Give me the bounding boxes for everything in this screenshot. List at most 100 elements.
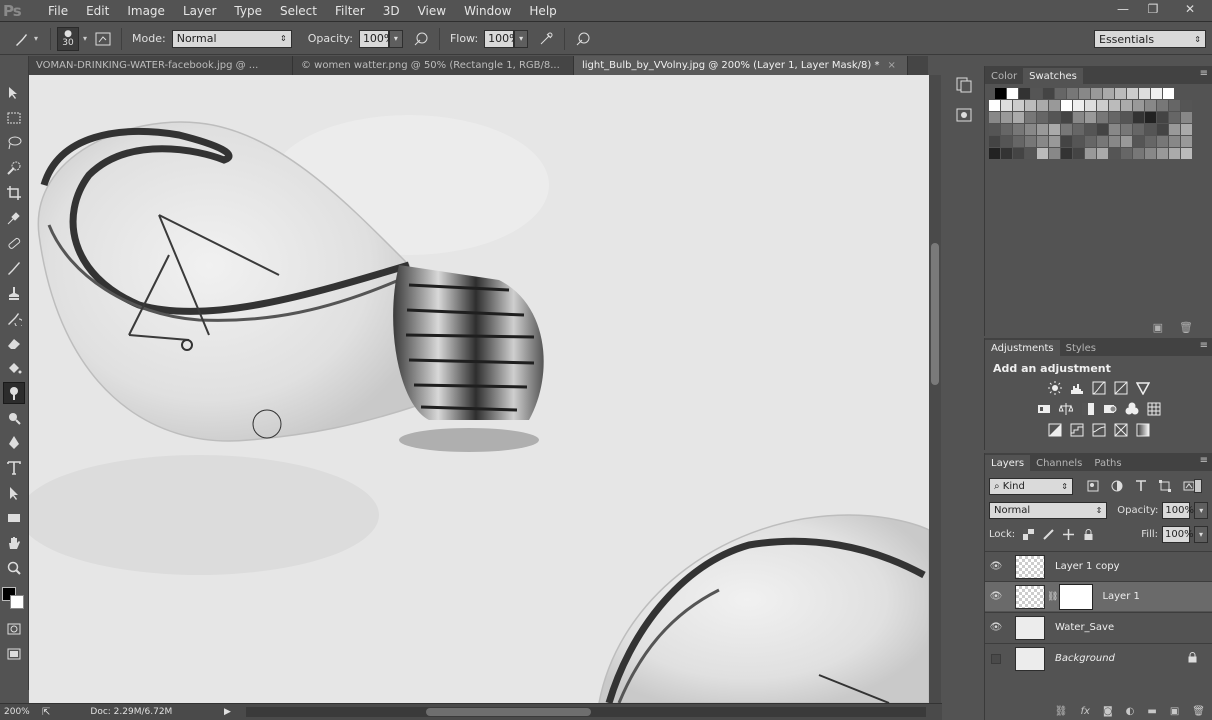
type-tool-icon[interactable] [3,457,25,479]
filter-type-icon[interactable] [1135,480,1147,492]
menu-help[interactable]: Help [520,4,565,18]
swatch[interactable] [1013,124,1024,135]
swatch[interactable] [1133,112,1144,123]
swatch[interactable] [1061,124,1072,135]
swatch[interactable] [989,136,1000,147]
menu-edit[interactable]: Edit [77,4,118,18]
hue-saturation-icon[interactable] [1036,402,1051,416]
hand-tool-icon[interactable] [3,532,25,554]
add-mask-icon[interactable]: ◙ [1103,706,1113,717]
swatch[interactable] [1025,136,1036,147]
horizontal-scroll-thumb[interactable] [426,708,591,716]
swatch[interactable] [1097,112,1108,123]
panel-menu-icon[interactable]: ≡ [1200,455,1208,466]
swatch[interactable] [1049,148,1060,159]
swatch[interactable] [1133,136,1144,147]
chevron-down-icon[interactable]: ▾ [83,34,87,43]
swatch[interactable] [1037,100,1048,111]
eyedropper-tool-icon[interactable] [3,207,25,229]
pressure-size-icon[interactable] [571,27,595,51]
curves-icon[interactable] [1091,381,1106,395]
history-brush-tool-icon[interactable] [3,307,25,329]
swatch[interactable] [1055,88,1066,99]
swatch[interactable] [1169,148,1180,159]
swatch[interactable] [1157,148,1168,159]
menu-filter[interactable]: Filter [326,4,374,18]
pressure-opacity-icon[interactable] [409,27,433,51]
swatch[interactable] [1013,136,1024,147]
swatch[interactable] [1157,112,1168,123]
swatch[interactable] [1097,124,1108,135]
crop-tool-icon[interactable] [3,182,25,204]
swatch[interactable] [1085,136,1096,147]
visibility-off-box[interactable] [985,653,1007,664]
fill-input[interactable]: 100% [1162,525,1194,543]
levels-icon[interactable] [1069,381,1084,395]
swatch[interactable] [1001,112,1012,123]
brush-tool-preset-icon[interactable] [10,27,34,51]
lock-all-icon[interactable] [1083,528,1094,540]
swatch[interactable] [1097,136,1108,147]
invert-icon[interactable] [1047,423,1062,437]
swatch[interactable] [1115,88,1126,99]
marquee-tool-icon[interactable] [3,107,25,129]
swatch[interactable] [1085,112,1096,123]
swatch[interactable] [1121,112,1132,123]
tab-adjustments[interactable]: Adjustments [985,340,1060,356]
swatch[interactable] [1133,124,1144,135]
tab-color[interactable]: Color [985,68,1023,84]
layer-row[interactable]: 👁 Layer 1 copy [985,551,1212,581]
new-group-icon[interactable]: ▬ [1147,706,1156,717]
export-icon[interactable]: ⇱ [42,707,50,718]
swatch[interactable] [1181,148,1192,159]
swatch[interactable] [989,100,1000,111]
tab-channels[interactable]: Channels [1030,455,1088,471]
chain-link-icon[interactable]: ⛓ [1047,592,1058,602]
lock-transparent-icon[interactable] [1023,528,1035,540]
swatch[interactable] [1109,100,1120,111]
restore-button[interactable]: ❐ [1138,0,1168,18]
menu-3d[interactable]: 3D [374,4,409,18]
vertical-scroll-thumb[interactable] [931,243,939,385]
quick-selection-tool-icon[interactable] [3,157,25,179]
threshold-icon[interactable] [1091,423,1106,437]
rectangle-tool-icon[interactable] [3,507,25,529]
swatch[interactable] [1169,124,1180,135]
layer-row-selected[interactable]: 👁 ⛓ Layer 1 [985,581,1212,611]
swatch[interactable] [1133,100,1144,111]
swatch[interactable] [1061,100,1072,111]
black-white-icon[interactable] [1080,402,1095,416]
swatch[interactable] [1073,136,1084,147]
swatch[interactable] [1073,124,1084,135]
swatch[interactable] [1181,124,1192,135]
swatch[interactable] [1025,148,1036,159]
swatch[interactable] [1121,136,1132,147]
flow-slider-toggle[interactable]: ▾ [514,29,529,48]
swatch[interactable] [1049,112,1060,123]
burn-tool-icon[interactable] [3,407,25,429]
zoom-level[interactable]: 200% [4,707,34,717]
blend-mode-select[interactable]: Normal ⇕ [989,501,1108,519]
visibility-eye-icon[interactable]: 👁 [985,561,1007,572]
swatch[interactable] [1145,100,1156,111]
horizontal-scrollbar[interactable] [246,707,926,717]
new-swatch-icon[interactable]: ▣ [1153,321,1163,334]
swatch[interactable] [1061,148,1072,159]
swatch[interactable] [1073,148,1084,159]
swatch[interactable] [1067,88,1078,99]
opacity-input[interactable]: 100% [358,29,394,48]
swatch[interactable] [1079,88,1090,99]
swatch[interactable] [1181,100,1192,111]
swatch[interactable] [1019,88,1030,99]
eraser-tool-icon[interactable] [3,332,25,354]
clone-stamp-tool-icon[interactable] [3,282,25,304]
swatch[interactable] [1085,100,1096,111]
new-adjustment-layer-icon[interactable]: ◐ [1126,706,1135,717]
swatch[interactable] [1121,100,1132,111]
close-button[interactable]: ✕ [1168,0,1212,18]
swatch[interactable] [1025,100,1036,111]
swatch[interactable] [1145,136,1156,147]
airbrush-icon[interactable] [534,27,558,51]
path-selection-tool-icon[interactable] [3,482,25,504]
fill-slider-toggle[interactable]: ▾ [1194,525,1208,543]
